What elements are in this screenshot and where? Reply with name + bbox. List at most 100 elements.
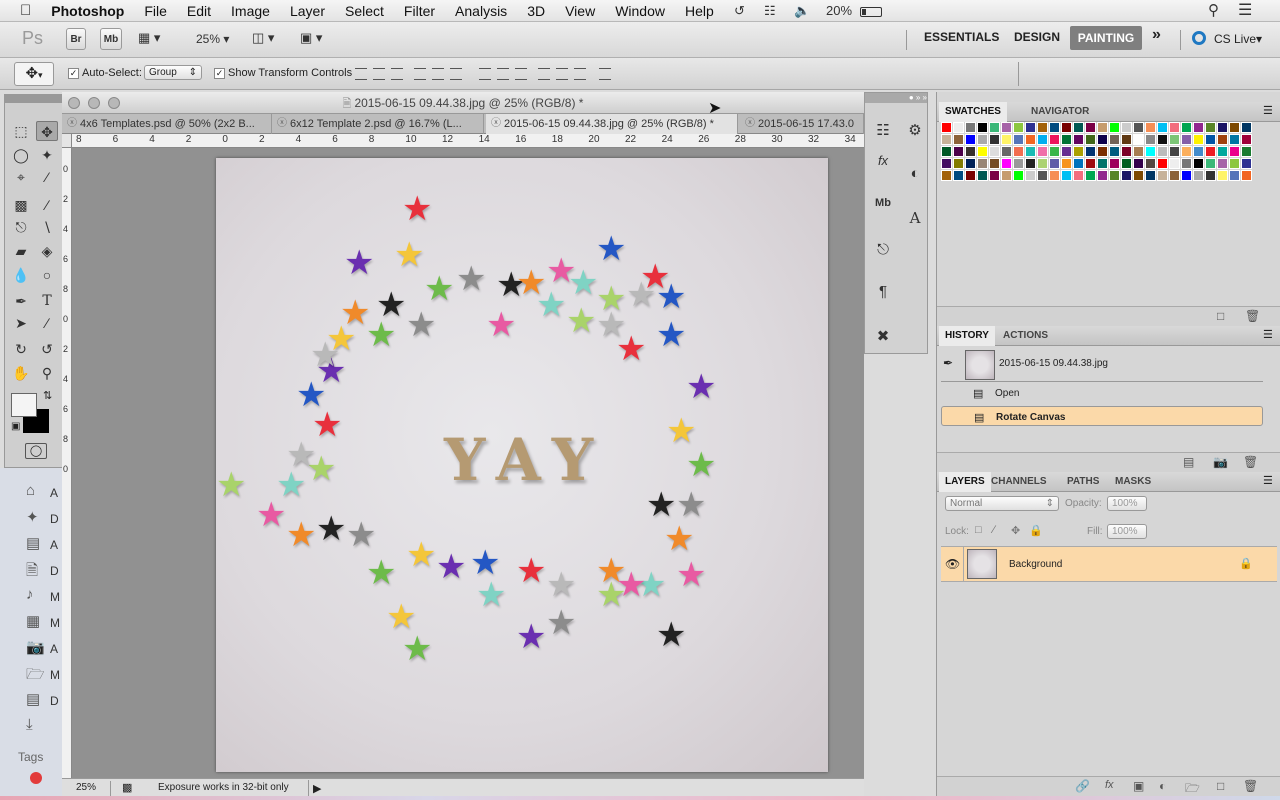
sidebar-item-1[interactable]: D <box>50 512 59 526</box>
swatch-cell[interactable] <box>1217 158 1228 169</box>
swatch-cell[interactable] <box>1145 170 1156 181</box>
swatch-cell[interactable] <box>941 134 952 145</box>
movies-icon[interactable]: ▦ <box>26 612 40 630</box>
desktop-icon[interactable]: ▤ <box>26 534 40 552</box>
arrange-documents-menu[interactable]: ◫ ▾ <box>252 30 274 46</box>
masks-icon[interactable]: ◐ <box>901 165 929 182</box>
swatch-cell[interactable] <box>1205 146 1216 157</box>
move-tool-icon[interactable]: ✥ <box>36 121 58 141</box>
swatch-cell[interactable] <box>941 122 952 133</box>
swatch-cell[interactable] <box>1061 146 1072 157</box>
align-vcenter-icon[interactable] <box>373 68 385 80</box>
swatch-grid[interactable] <box>941 122 1261 222</box>
swatch-cell[interactable] <box>1097 170 1108 181</box>
align-top-icon[interactable] <box>355 68 367 80</box>
swatch-cell[interactable] <box>1013 146 1024 157</box>
swatch-cell[interactable] <box>1181 146 1192 157</box>
swatch-cell[interactable] <box>1025 170 1036 181</box>
paint-bucket-tool-icon[interactable]: ◈ <box>36 241 58 261</box>
applications-icon[interactable]: ✦ <box>26 508 39 526</box>
foreground-color-swatch[interactable] <box>11 393 37 417</box>
sidebar-item-7[interactable]: M <box>50 668 60 682</box>
spotlight-search-icon[interactable]: ⚲ <box>1208 0 1219 22</box>
swatch-cell[interactable] <box>1241 146 1252 157</box>
auto-align-layers-icon[interactable] <box>599 68 611 80</box>
swatch-cell[interactable] <box>1037 146 1048 157</box>
swatch-cell[interactable] <box>1181 170 1192 181</box>
workspace-design[interactable]: DESIGN <box>1014 30 1060 44</box>
swatch-cell[interactable] <box>1001 146 1012 157</box>
volume-icon[interactable]: 🔈 <box>794 0 810 22</box>
lock-pixels-icon[interactable]: ∕ <box>993 524 995 536</box>
swap-colors-icon[interactable]: ⇅ <box>43 389 52 402</box>
panel-menu-icon[interactable]: ☰ <box>1263 474 1273 487</box>
delete-state-icon[interactable]: 🗑 <box>1243 455 1258 469</box>
swatch-cell[interactable] <box>1133 122 1144 133</box>
hand-tool-icon[interactable]: ✋ <box>10 363 32 383</box>
swatch-cell[interactable] <box>1217 134 1228 145</box>
swatch-cell[interactable] <box>1193 122 1204 133</box>
document-photo[interactable]: ★ ★ ★ ★ ★ ★ ★ ★ ★ ★ ★ ★ ★ ★ ★ ★ ★ ★ ★ ★ ★ ★ ★ ★ ★ ★ ★ ★ ★ ★ ★ ★ ★ ★ ★ ★ ★ ★ ★ ★… <box>216 158 828 772</box>
menu-select[interactable]: Select <box>335 0 394 22</box>
tab-6x12-template[interactable]: ⓧ 6x12 Template 2.psd @ 16.7% (L... <box>272 114 484 134</box>
blend-mode-select[interactable]: Normal ⇕ <box>945 496 1059 511</box>
swatch-cell[interactable] <box>1133 170 1144 181</box>
distribute-right-icon[interactable] <box>574 68 586 80</box>
swatch-cell[interactable] <box>1133 146 1144 157</box>
sidebar-item-2[interactable]: A <box>50 538 58 552</box>
swatch-cell[interactable] <box>1013 122 1024 133</box>
sidebar-item-6[interactable]: A <box>50 642 58 656</box>
swatch-cell[interactable] <box>1133 158 1144 169</box>
adjustments-icon[interactable]: ⚙ <box>901 121 929 139</box>
menu-analysis[interactable]: Analysis <box>445 0 517 22</box>
swatch-cell[interactable] <box>1061 170 1072 181</box>
swatch-cell[interactable] <box>989 146 1000 157</box>
swatch-cell[interactable] <box>1241 158 1252 169</box>
swatch-cell[interactable] <box>1157 134 1168 145</box>
swatch-cell[interactable] <box>941 146 952 157</box>
swatch-cell[interactable] <box>1169 170 1180 181</box>
swatch-cell[interactable] <box>1073 158 1084 169</box>
tab-actions[interactable]: ACTIONS <box>997 326 1054 346</box>
distribute-top-icon[interactable] <box>479 68 491 80</box>
distribute-vcenter-icon[interactable] <box>497 68 509 80</box>
new-document-from-state-icon[interactable]: ▤ <box>1183 455 1194 469</box>
swatch-cell[interactable] <box>1229 158 1240 169</box>
cs-live-menu[interactable]: CS Live▾ <box>1214 32 1262 46</box>
pictures-icon[interactable]: 📷 <box>26 638 45 656</box>
more-workspaces-icon[interactable]: » <box>1152 26 1161 44</box>
swatch-cell[interactable] <box>1061 122 1072 133</box>
add-mask-icon[interactable]: ▣ <box>1133 779 1144 793</box>
zoom-level-select[interactable]: 25% ▾ <box>196 32 229 46</box>
swatch-cell[interactable] <box>1001 134 1012 145</box>
new-layer-icon[interactable]: □ <box>1217 779 1224 793</box>
swatch-cell[interactable] <box>1073 170 1084 181</box>
swatch-cell[interactable] <box>1049 134 1060 145</box>
swatch-cell[interactable] <box>1157 158 1168 169</box>
crop-tool-icon[interactable]: ⌖ <box>10 167 32 187</box>
brush-tool-icon[interactable]: ∕ <box>36 195 58 215</box>
history-snapshot-row[interactable]: ✒ 2015-06-15 09.44.38.jpg <box>941 348 1263 382</box>
swatch-cell[interactable] <box>1145 134 1156 145</box>
swatch-cell[interactable] <box>1145 158 1156 169</box>
swatch-cell[interactable] <box>1037 134 1048 145</box>
magic-wand-tool-icon[interactable]: ✦ <box>36 145 58 165</box>
tab-channels[interactable]: CHANNELS <box>985 472 1053 492</box>
screen-mode-menu[interactable]: ▣ ▾ <box>300 30 322 46</box>
clone-source-icon[interactable]: ⎋ <box>869 241 897 258</box>
swatch-cell[interactable] <box>1085 134 1096 145</box>
swatch-cell[interactable] <box>1121 122 1132 133</box>
swatch-cell[interactable] <box>1097 158 1108 169</box>
swatch-cell[interactable] <box>965 158 976 169</box>
layer-row-background[interactable]: 👁 Background 🔒 <box>941 546 1277 582</box>
apple-menu-icon[interactable]:  <box>0 0 41 22</box>
workspace-painting[interactable]: PAINTING <box>1070 26 1142 50</box>
swatch-cell[interactable] <box>1025 134 1036 145</box>
swatch-cell[interactable] <box>1121 146 1132 157</box>
delete-layer-icon[interactable]: 🗑 <box>1243 779 1258 793</box>
marquee-tool-icon[interactable]: ⬚ <box>10 121 32 141</box>
swatch-cell[interactable] <box>1193 170 1204 181</box>
swatch-cell[interactable] <box>1097 146 1108 157</box>
swatch-cell[interactable] <box>977 146 988 157</box>
swatch-cell[interactable] <box>1181 158 1192 169</box>
